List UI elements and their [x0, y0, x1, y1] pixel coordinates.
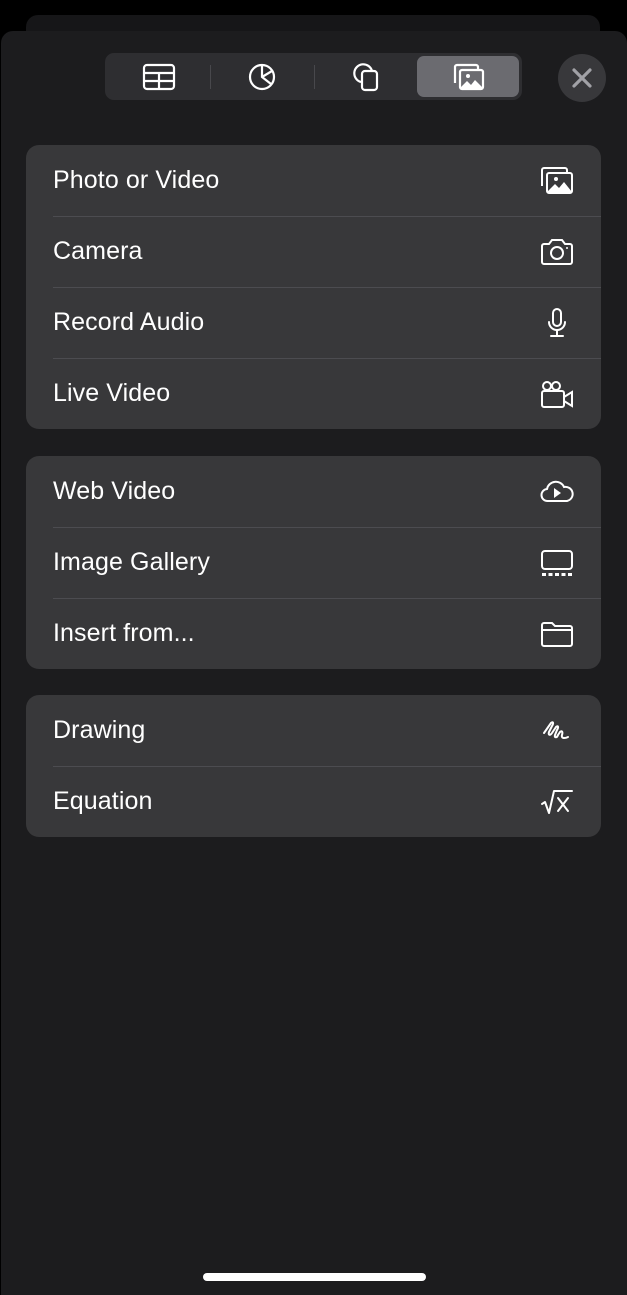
menu-item-record-audio[interactable]: Record Audio	[26, 287, 601, 358]
menu-item-label: Drawing	[53, 716, 146, 744]
web-media-group: Web Video Image Gallery Insert from...	[26, 456, 601, 669]
menu-item-label: Insert from...	[53, 619, 195, 647]
close-icon	[572, 68, 592, 88]
pie-chart-icon	[249, 63, 276, 90]
menu-item-web-video[interactable]: Web Video	[26, 456, 601, 527]
close-button[interactable]	[558, 54, 606, 102]
drawing-group: Drawing Equation	[26, 695, 601, 837]
menu-item-camera[interactable]: Camera	[26, 216, 601, 287]
video-camera-icon	[541, 380, 573, 408]
menu-item-image-gallery[interactable]: Image Gallery	[26, 527, 601, 598]
tab-media[interactable]	[416, 56, 519, 97]
menu-item-live-video[interactable]: Live Video	[26, 358, 601, 429]
insert-category-tabs	[105, 53, 522, 100]
photos-icon	[541, 166, 573, 194]
menu-item-label: Web Video	[53, 477, 176, 505]
menu-item-drawing[interactable]: Drawing	[26, 695, 601, 766]
cloud-play-icon	[540, 480, 574, 502]
square-root-x-icon	[541, 789, 573, 814]
menu-item-label: Record Audio	[53, 308, 205, 336]
menu-item-photo-or-video[interactable]: Photo or Video	[26, 145, 601, 216]
insert-sheet: Photo or Video Camera Record Audio Live …	[1, 31, 627, 1295]
tab-shape[interactable]	[315, 56, 417, 97]
menu-item-label: Equation	[53, 787, 153, 815]
media-group: Photo or Video Camera Record Audio Live …	[26, 145, 601, 429]
menu-item-label: Live Video	[53, 379, 171, 407]
scribble-icon	[543, 720, 569, 739]
table-icon	[143, 63, 176, 90]
photos-icon	[453, 63, 484, 90]
shapes-icon	[352, 62, 378, 91]
menu-item-label: Image Gallery	[53, 548, 210, 576]
camera-icon	[541, 238, 573, 265]
menu-item-label: Photo or Video	[53, 166, 220, 194]
tab-table[interactable]	[108, 56, 210, 97]
image-gallery-icon	[541, 549, 573, 576]
menu-item-equation[interactable]: Equation	[26, 766, 601, 837]
home-indicator[interactable]	[203, 1273, 426, 1281]
folder-icon	[541, 621, 573, 647]
tab-chart[interactable]	[211, 56, 313, 97]
menu-item-insert-from[interactable]: Insert from...	[26, 598, 601, 669]
microphone-icon	[548, 307, 566, 337]
menu-item-label: Camera	[53, 237, 143, 265]
